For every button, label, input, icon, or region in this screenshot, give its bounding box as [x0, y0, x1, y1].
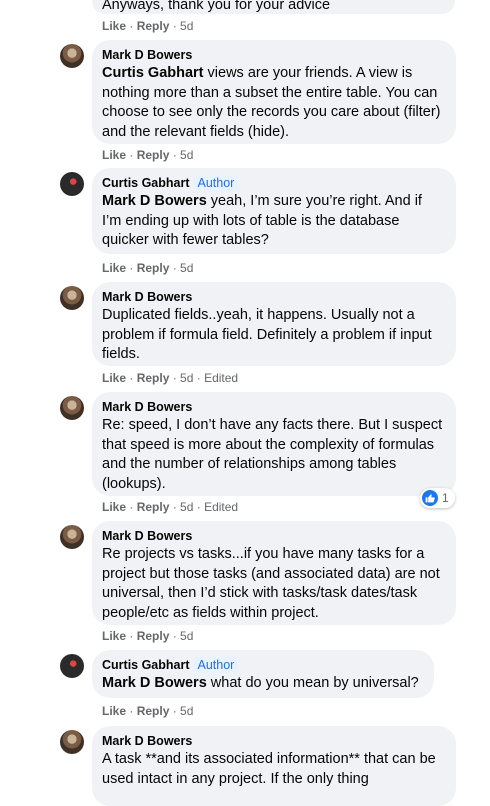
comment-text: A task **and its associated information*… — [102, 751, 436, 787]
comment-actions: Like · Reply · 5d — [102, 629, 194, 643]
reply-link[interactable]: Reply — [137, 148, 170, 162]
comment-actions: Like · Reply · 5d — [102, 704, 194, 718]
timestamp[interactable]: 5d — [180, 19, 193, 33]
reply-link[interactable]: Reply — [137, 371, 170, 385]
comment-text: Mark D Bowers what do you mean by univer… — [102, 675, 419, 691]
comment-actions: Like · Reply · 5d · Edited — [102, 371, 239, 385]
mention-link[interactable]: Mark D Bowers — [102, 675, 207, 691]
comment-bubble: Curtis Gabhart Author Mark D Bowers yeah,… — [92, 168, 456, 254]
author-badge: Author — [193, 175, 239, 191]
author-name[interactable]: Mark D Bowers — [102, 48, 192, 62]
timestamp[interactable]: 5d — [180, 371, 193, 385]
reaction-badge[interactable]: 1 — [420, 488, 455, 508]
avatar[interactable] — [60, 286, 84, 310]
comment-bubble: Anyways, thank you for your advice — [92, 0, 455, 14]
timestamp[interactable]: 5d — [180, 261, 193, 275]
like-link[interactable]: Like — [102, 19, 126, 33]
like-link[interactable]: Like — [102, 629, 126, 643]
comment-actions: Like · Reply · 5d — [102, 261, 194, 275]
mention-link[interactable]: Mark D Bowers — [102, 193, 207, 209]
like-link[interactable]: Like — [102, 261, 126, 275]
like-link[interactable]: Like — [102, 371, 126, 385]
comment-bubble: Mark D Bowers Curtis Gabhart views are y… — [92, 40, 456, 144]
timestamp[interactable]: 5d — [180, 148, 193, 162]
comment-bubble: Curtis Gabhart Author Mark D Bowers what … — [92, 650, 434, 698]
author-name[interactable]: Mark D Bowers — [102, 400, 192, 414]
like-link[interactable]: Like — [102, 704, 126, 718]
comment-bubble: Mark D Bowers Re projects vs tasks...if … — [92, 521, 456, 625]
comment-text: Curtis Gabhart views are your friends. A… — [102, 65, 441, 140]
comment-text: Anyways, thank you for your advice — [102, 0, 331, 13]
comment-text: Re: speed, I don’t have any facts there.… — [102, 417, 443, 492]
comment-actions: Like · Reply · 5d — [102, 148, 194, 162]
comment-text: Duplicated fields..yeah, it happens. Usu… — [102, 307, 432, 362]
avatar[interactable] — [60, 396, 84, 420]
timestamp[interactable]: 5d — [180, 629, 193, 643]
comment-bubble: Mark D Bowers Re: speed, I don’t have an… — [92, 392, 456, 496]
avatar[interactable] — [60, 44, 84, 68]
thumbs-up-icon — [422, 490, 438, 506]
author-name[interactable]: Curtis Gabhart — [102, 658, 190, 672]
comment-text: Re projects vs tasks...if you have many … — [102, 546, 440, 621]
reply-link[interactable]: Reply — [137, 19, 170, 33]
timestamp[interactable]: 5d — [180, 704, 193, 718]
comment-actions: Like · Reply · 5d · Edited — [102, 500, 239, 514]
author-name[interactable]: Mark D Bowers — [102, 529, 192, 543]
comment-bubble: Mark D Bowers Duplicated fields..yeah, i… — [92, 282, 456, 366]
reaction-count: 1 — [442, 491, 449, 505]
author-name[interactable]: Mark D Bowers — [102, 734, 192, 748]
avatar[interactable] — [60, 730, 84, 754]
avatar[interactable] — [60, 172, 84, 196]
edited-label: Edited — [204, 371, 239, 385]
mention-link[interactable]: Curtis Gabhart — [102, 65, 204, 81]
reply-link[interactable]: Reply — [137, 704, 170, 718]
author-badge: Author — [193, 657, 239, 673]
like-link[interactable]: Like — [102, 148, 126, 162]
avatar[interactable] — [60, 654, 84, 678]
author-name[interactable]: Curtis Gabhart — [102, 176, 190, 190]
reply-link[interactable]: Reply — [137, 261, 170, 275]
comment-text: Mark D Bowers yeah, I’m sure you’re righ… — [102, 193, 422, 248]
reply-link[interactable]: Reply — [137, 629, 170, 643]
avatar[interactable] — [60, 525, 84, 549]
comment-actions: Like · Reply · 5d — [102, 19, 194, 33]
timestamp[interactable]: 5d — [180, 500, 193, 514]
like-link[interactable]: Like — [102, 500, 126, 514]
author-name[interactable]: Mark D Bowers — [102, 290, 192, 304]
comment-bubble: Mark D Bowers A task **and its associate… — [92, 726, 456, 806]
reply-link[interactable]: Reply — [137, 500, 170, 514]
edited-label: Edited — [204, 500, 239, 514]
